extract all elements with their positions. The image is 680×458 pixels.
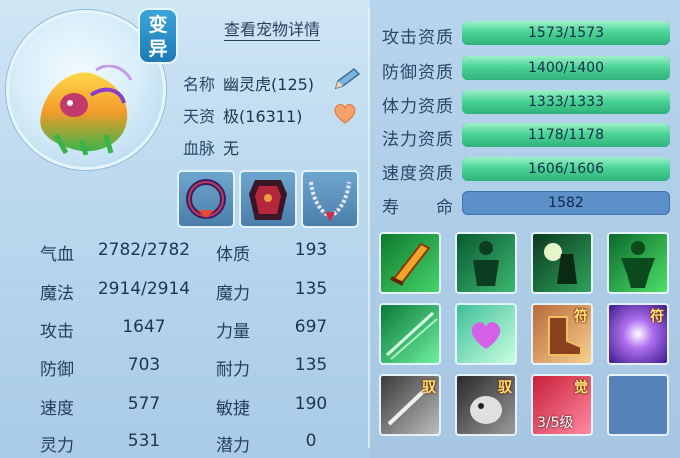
skill-muscle-figure[interactable] bbox=[607, 232, 669, 294]
aptitude-magic: 法力资质 1178/1178 bbox=[382, 123, 672, 150]
equip-slot-necklace[interactable] bbox=[301, 170, 359, 228]
equip-slot-armor[interactable] bbox=[239, 170, 297, 228]
aptitude-magic-bar: 1178/1178 bbox=[462, 123, 670, 147]
aptitude-attack: 攻击资质 1573/1573 bbox=[382, 21, 672, 48]
aptitude-speed: 速度资质 1606/1606 bbox=[382, 157, 672, 184]
aptitude-label: 天资 bbox=[183, 107, 216, 126]
aptitude-speed-bar: 1606/1606 bbox=[462, 157, 670, 181]
aptitude-stamina-bar: 1333/1333 bbox=[462, 90, 670, 114]
skill-green-figure[interactable] bbox=[455, 232, 517, 294]
pet-aptitude-row: 天资 极(16311) bbox=[183, 103, 302, 127]
equip-slot-collar[interactable] bbox=[177, 170, 235, 228]
green-burst-icon bbox=[385, 311, 438, 360]
muscle-figure-icon bbox=[621, 241, 655, 288]
skill-grey-beast[interactable]: 驭 bbox=[455, 374, 517, 436]
aptitude-defense-bar: 1400/1400 bbox=[462, 56, 670, 80]
necklace-icon bbox=[309, 181, 351, 222]
skill-purple-burst[interactable]: 符 bbox=[607, 303, 669, 365]
aptitude-attack-bar: 1573/1573 bbox=[462, 21, 670, 45]
panel-divider bbox=[368, 8, 370, 448]
name-label: 名称 bbox=[183, 75, 216, 94]
skill-flaming-sword[interactable] bbox=[379, 232, 441, 294]
skill-awaken[interactable]: 觉 3/5级 bbox=[531, 374, 593, 436]
skill-boot[interactable]: 符 bbox=[531, 303, 593, 365]
flaming-sword-icon bbox=[390, 242, 431, 286]
skill-slot-empty[interactable] bbox=[607, 374, 669, 436]
heart-glow-icon bbox=[471, 322, 501, 349]
view-pet-details-link[interactable]: 查看宠物详情 bbox=[224, 20, 321, 41]
bloodline-label: 血脉 bbox=[183, 139, 216, 158]
skill-heart-glow[interactable] bbox=[455, 303, 517, 365]
pet-aptitude: 极(16311) bbox=[223, 107, 303, 126]
pet-bloodline: 无 bbox=[223, 139, 240, 158]
collar-icon bbox=[186, 179, 226, 219]
pet-name-row: 名称 幽灵虎(125) bbox=[183, 71, 314, 95]
pencil-icon[interactable] bbox=[332, 66, 362, 92]
skill-green-burst[interactable] bbox=[379, 303, 441, 365]
aptitude-defense: 防御资质 1400/1400 bbox=[382, 56, 672, 83]
aptitude-lifespan: 寿 命 1582 bbox=[382, 191, 672, 218]
pet-bloodline-row: 血脉无 bbox=[183, 135, 239, 159]
armor-icon bbox=[249, 180, 287, 220]
pet-name: 幽灵虎(125) bbox=[223, 75, 315, 94]
ghost-tiger-image bbox=[40, 65, 133, 155]
skill-moon-warrior[interactable] bbox=[531, 232, 593, 294]
lifespan-bar: 1582 bbox=[462, 191, 670, 215]
green-figure-icon bbox=[473, 241, 499, 286]
moon-warrior-icon bbox=[544, 243, 577, 284]
skill-grey-slash[interactable]: 驭 bbox=[379, 374, 441, 436]
mutation-badge: 变异 bbox=[138, 8, 178, 64]
heart-icon[interactable] bbox=[333, 102, 357, 124]
aptitude-stamina: 体力资质 1333/1333 bbox=[382, 90, 672, 117]
